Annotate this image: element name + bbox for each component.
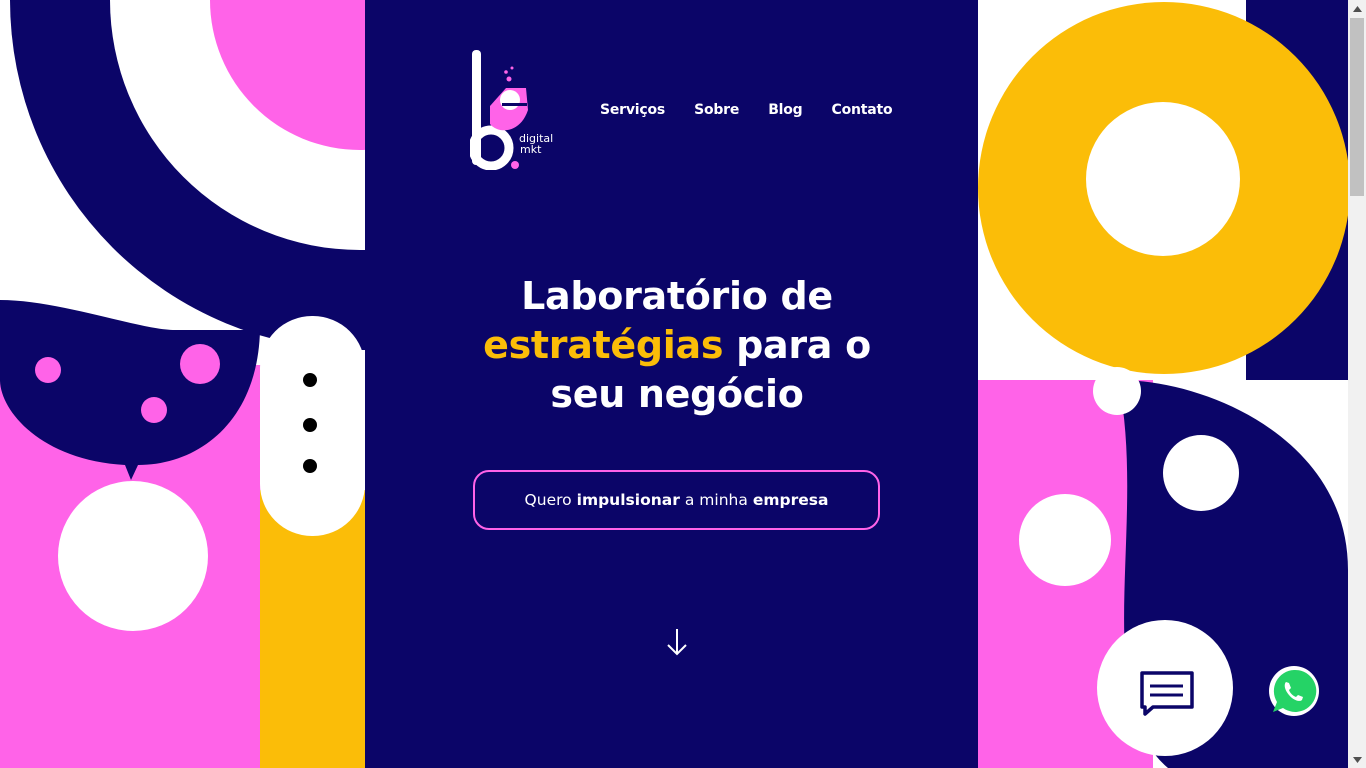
- hero-title-accent: estratégias: [483, 323, 724, 367]
- hero-title-line1: Laboratório de: [521, 274, 833, 318]
- hero-title: Laboratório de estratégias para o seu ne…: [460, 272, 894, 419]
- chat-bubble-icon: [1140, 671, 1194, 716]
- cta-text-pre: Quero: [524, 491, 572, 509]
- cta-text-mid: a minha: [684, 491, 748, 509]
- main-nav: Serviços Sobre Blog Contato: [600, 102, 893, 118]
- nav-item-contato[interactable]: Contato: [832, 102, 893, 118]
- cta-text-bold1: impulsionar: [576, 491, 680, 509]
- chat-button[interactable]: [1097, 620, 1233, 756]
- logo-tagline-line2: mkt: [520, 143, 542, 156]
- logo-tagline: digital mkt: [519, 133, 553, 155]
- scroll-down-icon[interactable]: [1348, 751, 1366, 768]
- left-geometric-art: [0, 0, 365, 768]
- scrollbar-thumb[interactable]: [1350, 18, 1364, 196]
- hero-title-line3: seu negócio: [550, 372, 804, 416]
- scroll-up-icon[interactable]: [1348, 0, 1366, 17]
- nav-item-servicos[interactable]: Serviços: [600, 102, 665, 118]
- hero-title-line2: para o: [736, 323, 871, 367]
- whatsapp-button[interactable]: [1268, 665, 1320, 717]
- arrow-down-icon[interactable]: [665, 627, 689, 657]
- left-decorative-panel: [0, 0, 365, 768]
- whatsapp-icon: [1269, 666, 1319, 716]
- cta-text-bold2: empresa: [752, 491, 829, 509]
- nav-item-blog[interactable]: Blog: [768, 102, 803, 118]
- nav-item-sobre[interactable]: Sobre: [694, 102, 739, 118]
- cta-button[interactable]: Quero impulsionar a minha empresa: [473, 470, 880, 530]
- page-scrollbar[interactable]: [1348, 0, 1366, 768]
